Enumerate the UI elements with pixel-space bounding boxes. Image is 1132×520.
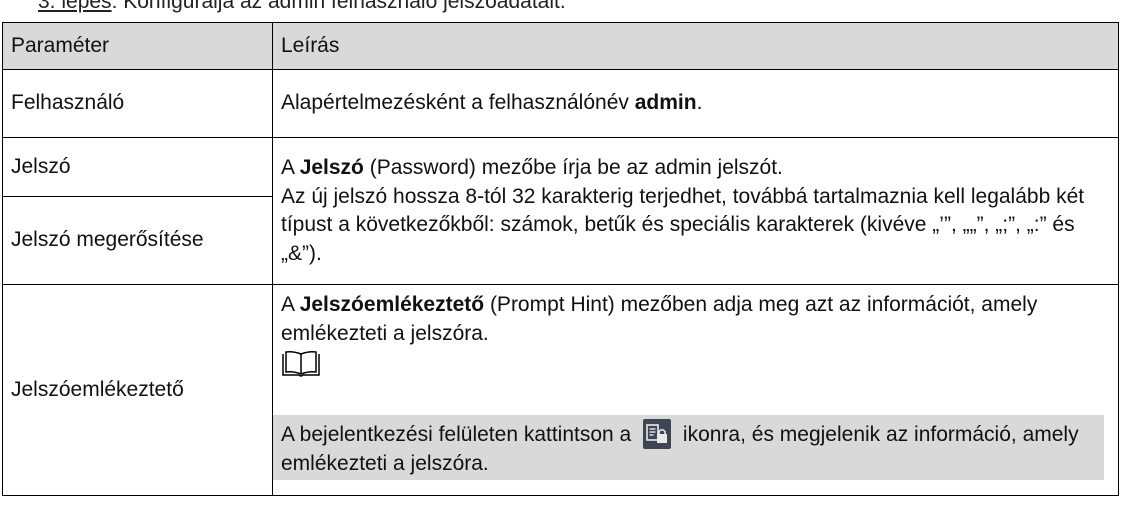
param-cell-password: Jelszó [2,137,273,197]
table-header-row: Paraméter Leírás [2,22,1119,70]
desc-text: A [281,156,300,179]
desc-bold: Jelszó [299,156,364,179]
header-description: Leírás [272,22,1119,70]
book-note-icon [282,351,320,377]
hint-description: A Jelszóemlékeztető (Prompt Hint) mezőbe… [273,285,1118,348]
desc-bold: Jelszóemlékeztető [299,293,485,316]
table-row-user: Felhasználó Alapértelmezésként a felhasz… [2,69,1119,138]
table-row-hint: Jelszóemlékeztető A Jelszóemlékeztető (P… [2,284,1119,496]
desc-cell-user: Alapértelmezésként a felhasználónév admi… [272,69,1119,138]
desc-text: A [281,293,300,316]
parameter-table: Paraméter Leírás Felhasználó Alapértelme… [2,22,1119,496]
note-text: A bejelentkezési felületen kattintson a [281,423,638,446]
header-parameter: Paraméter [2,22,273,70]
desc-text: . [696,91,703,115]
note-box: A bejelentkezési felületen kattintson a … [273,415,1104,480]
step-label: 3. lépés [38,0,112,13]
desc-cell-hint: A Jelszóemlékeztető (Prompt Hint) mezőbe… [272,284,1119,496]
desc-cell-password: A Jelszó (Password) mezőbe írja be az ad… [272,137,1119,285]
table-row-password: Jelszó A Jelszó (Password) mezőbe írja b… [2,137,1119,285]
step-text: : Konfigurálja az admin felhasználó jels… [111,0,566,13]
desc-text: Alapértelmezésként a felhasználónév [281,91,635,115]
desc-bold: admin [634,91,697,115]
param-cell-user: Felhasználó [2,69,273,138]
desc-line-2: Az új jelszó hossza 8-tól 32 karakterig … [281,184,1085,265]
desc-text: (Password) mezőbe írja be az admin jelsz… [363,156,783,179]
step-heading: 3. lépés: Konfigurálja az admin felhaszn… [38,0,566,15]
param-cell-hint: Jelszóemlékeztető [2,284,273,496]
desc-line-1: A Jelszó (Password) mezőbe írja be az ad… [281,154,1110,183]
password-hint-icon [643,419,672,449]
param-cell-confirm: Jelszó megerősítése [2,196,273,285]
